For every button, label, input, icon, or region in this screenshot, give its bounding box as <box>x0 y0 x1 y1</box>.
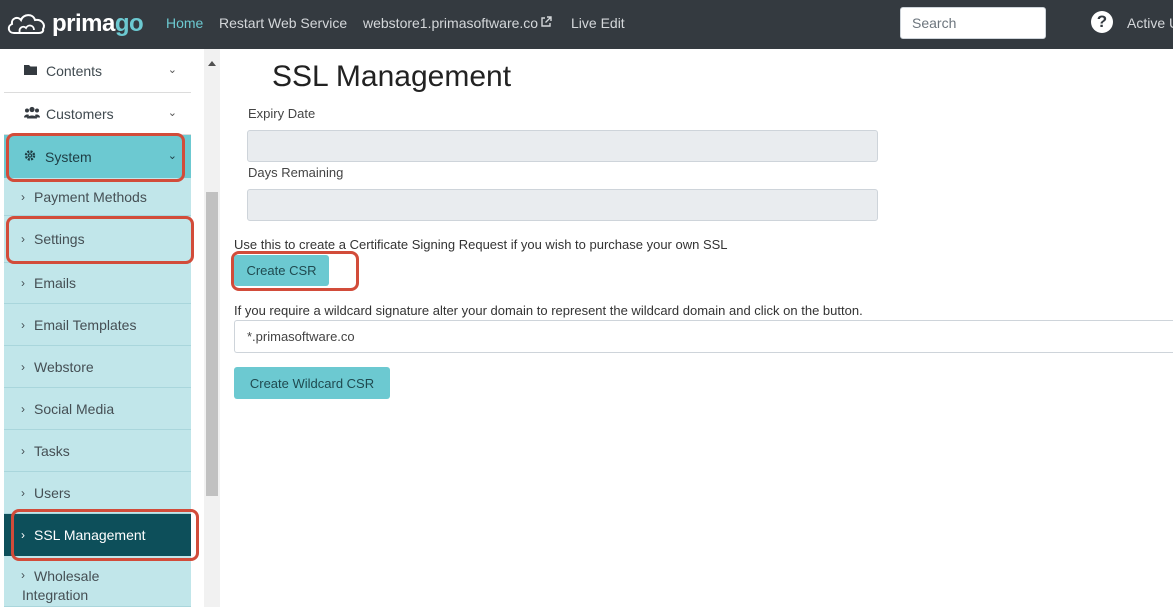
chevron-right-icon: › <box>21 443 25 458</box>
logo-text: primago <box>52 10 144 37</box>
days-remaining-label: Days Remaining <box>248 165 344 180</box>
folder-icon <box>24 64 37 78</box>
sidebar-item-label: Webstore <box>34 358 94 375</box>
highlight-ring-system <box>6 133 185 182</box>
scroll-up-arrow-icon[interactable] <box>208 61 216 66</box>
sidebar-item-social-media[interactable]: › Social Media <box>4 388 191 430</box>
sidebar-scrollbar[interactable] <box>204 49 220 607</box>
search-input[interactable] <box>900 7 1046 39</box>
nav-home[interactable]: Home <box>166 15 203 31</box>
sidebar-item-label: Email Templates <box>34 316 137 333</box>
external-link-icon <box>541 16 552 27</box>
nav-restart-web-service[interactable]: Restart Web Service <box>219 15 347 31</box>
nav-webstore-link[interactable]: webstore1.primasoftware.co <box>363 15 552 31</box>
primago-logo[interactable]: primago <box>6 9 144 39</box>
create-csr-button[interactable]: Create CSR <box>234 255 329 286</box>
sidebar-item-label: Social Media <box>34 400 115 417</box>
chevron-down-icon: ⌄ <box>167 106 177 119</box>
chevron-right-icon: › <box>21 189 25 204</box>
sidebar-item-contents[interactable]: Contents ⌄ <box>4 49 191 93</box>
sidebar-item-webstore[interactable]: › Webstore <box>4 346 191 388</box>
sidebar-item-label: Contents <box>46 62 103 79</box>
active-user-menu[interactable]: Active U <box>1127 15 1173 31</box>
top-navbar: primago Home Restart Web Service webstor… <box>0 0 1173 49</box>
expiry-date-label: Expiry Date <box>248 106 316 121</box>
sidebar-item-label: Payment Methods <box>34 188 147 205</box>
nav-live-edit[interactable]: Live Edit <box>571 15 625 31</box>
sidebar-item-label: Tasks <box>34 442 70 459</box>
chevron-right-icon: › <box>21 317 25 332</box>
highlight-ring-settings <box>6 216 194 264</box>
days-remaining-field <box>247 189 878 221</box>
sidebar-item-label: Emails <box>34 275 77 291</box>
wildcard-info-text: If you require a wildcard signature alte… <box>234 303 863 318</box>
cloud-logo-icon <box>7 14 45 34</box>
sidebar-item-label: Wholesale Integration <box>22 568 100 603</box>
help-icon[interactable]: ? <box>1091 11 1113 33</box>
sidebar-item-emails[interactable]: › Emails <box>4 263 191 304</box>
sidebar-item-tasks[interactable]: › Tasks <box>4 430 191 472</box>
create-wildcard-csr-button[interactable]: Create Wildcard CSR <box>234 367 390 399</box>
highlight-ring-ssl-management <box>11 509 199 561</box>
sidebar-item-label: Customers <box>46 105 114 122</box>
sidebar-item-users[interactable]: › Users <box>4 472 191 514</box>
sidebar-item-email-templates[interactable]: › Email Templates <box>4 304 191 346</box>
chevron-right-icon: › <box>21 359 25 374</box>
scrollbar-thumb[interactable] <box>206 192 218 496</box>
chevron-right-icon: › <box>21 485 25 500</box>
chevron-right-icon: › <box>21 276 25 290</box>
sidebar-item-customers[interactable]: Customers ⌄ <box>4 93 191 135</box>
sidebar-item-wholesale-integration[interactable]: › Wholesale Integration <box>4 556 191 607</box>
page-title: SSL Management <box>272 60 512 93</box>
domain-input[interactable] <box>234 320 1173 353</box>
users-icon <box>24 106 40 121</box>
sidebar-item-payment-methods[interactable]: › Payment Methods <box>4 178 191 216</box>
csr-info-text: Use this to create a Certificate Signing… <box>234 237 728 252</box>
chevron-down-icon: ⌄ <box>167 63 177 76</box>
sidebar-item-label: Users <box>34 484 71 501</box>
chevron-right-icon: › <box>21 401 25 416</box>
expiry-date-field <box>247 130 878 162</box>
